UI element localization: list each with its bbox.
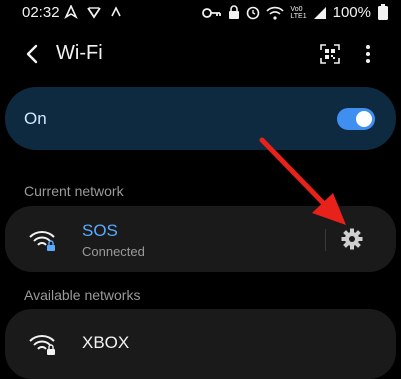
- qr-scan-icon[interactable]: [320, 44, 340, 64]
- wifi-toggle-switch[interactable]: [337, 108, 375, 130]
- caret-icon: [111, 6, 121, 17]
- current-network-status: Connected: [82, 244, 145, 259]
- wifi-locked-icon: [29, 231, 55, 251]
- battery-percent: 100%: [332, 4, 371, 21]
- signal-icon: [313, 6, 326, 19]
- gear-icon[interactable]: [341, 228, 363, 250]
- wifi-icon: [266, 6, 284, 20]
- volte-top: Vo0: [290, 5, 303, 13]
- alarm-icon: [247, 6, 260, 20]
- page-title: Wi-Fi: [56, 42, 103, 64]
- volte-icon: Vo0 LTE1: [290, 6, 306, 20]
- navigation-arrow-icon: [64, 5, 78, 19]
- v-shaped-icon: [87, 7, 101, 19]
- wifi-toggle-label: On: [24, 109, 47, 128]
- wifi-locked-icon: [29, 335, 55, 355]
- more-options-icon[interactable]: [358, 43, 378, 65]
- status-left-icons: [64, 5, 122, 19]
- available-network-name: XBOX: [82, 333, 130, 352]
- available-network-item[interactable]: [5, 309, 396, 379]
- key-icon: [202, 7, 222, 18]
- toggle-knob: [356, 111, 372, 127]
- section-available-networks: Available networks: [24, 287, 141, 303]
- status-right: Vo0 LTE1 100%: [202, 4, 389, 21]
- back-arrow-icon[interactable]: [22, 43, 44, 65]
- status-time: 02:32: [22, 4, 60, 21]
- volte-bottom: LTE1: [290, 12, 307, 20]
- battery-icon: [378, 4, 388, 20]
- current-network-name: SOS: [82, 221, 118, 240]
- card-divider: [325, 229, 326, 251]
- section-current-network: Current network: [24, 183, 124, 199]
- current-network-card[interactable]: [5, 206, 396, 272]
- lock-icon: [229, 5, 240, 19]
